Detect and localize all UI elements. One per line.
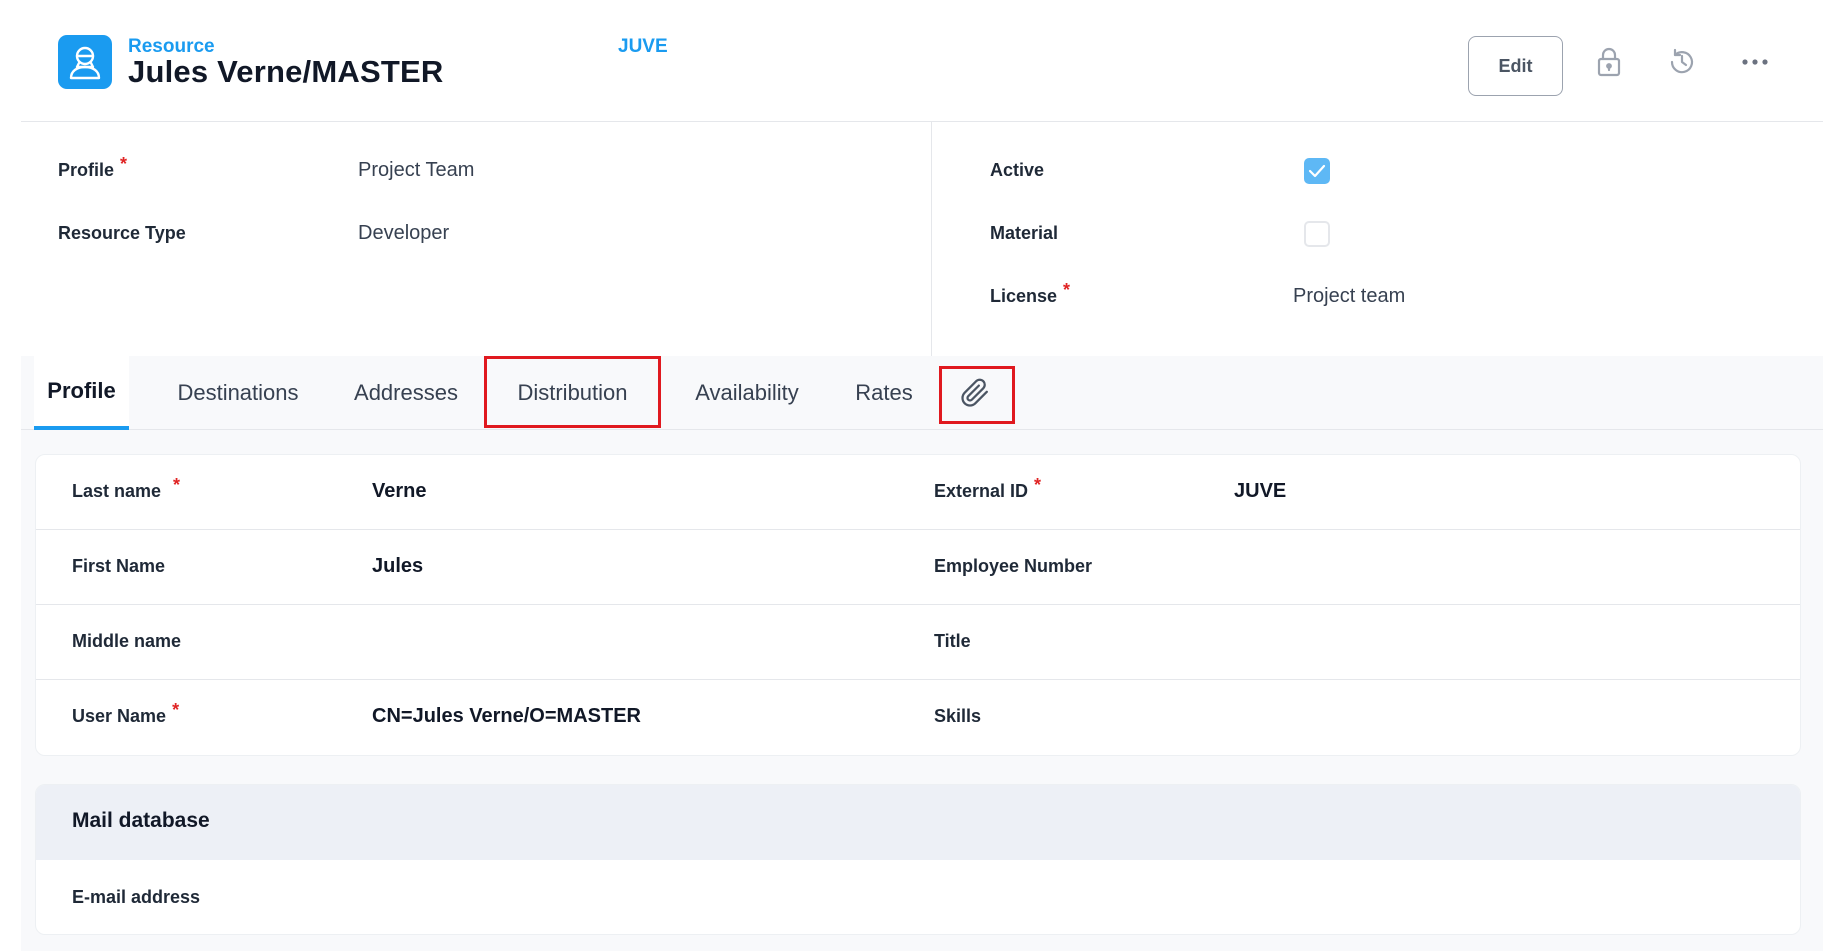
required-marker: * xyxy=(1063,280,1071,300)
profile-label: Profile * xyxy=(58,154,128,180)
summary-panel: Profile * Project Team Resource Type Deve… xyxy=(21,122,1823,356)
tab-bar: Profile Destinations Addresses Distribut… xyxy=(21,356,1823,430)
section-title: Mail database xyxy=(72,809,210,832)
tab-rates[interactable]: Rates xyxy=(839,356,929,430)
field-label: Skills xyxy=(934,706,982,726)
tab-profile[interactable]: Profile xyxy=(34,356,129,430)
active-checkbox[interactable] xyxy=(1304,158,1330,184)
tab-addresses[interactable]: Addresses xyxy=(343,356,469,430)
field-label: User Name * xyxy=(72,700,180,726)
field-label: Middle name xyxy=(72,631,182,651)
mail-database-card: Mail database E-mail address xyxy=(35,784,1801,935)
required-marker: * xyxy=(173,475,181,495)
material-checkbox[interactable] xyxy=(1304,221,1330,247)
page-header: Resource Jules Verne/MASTER JUVE Edit xyxy=(21,0,1823,122)
edit-button[interactable]: Edit xyxy=(1468,36,1563,96)
tab-destinations[interactable]: Destinations xyxy=(163,356,313,430)
resource-avatar xyxy=(58,35,112,89)
material-label: Material xyxy=(990,223,1059,243)
field-value: CN=Jules Verne/O=MASTER xyxy=(372,705,641,727)
tab-attachments[interactable] xyxy=(939,356,1011,430)
field-value: Jules xyxy=(372,555,424,577)
required-marker: * xyxy=(172,700,180,720)
required-marker: * xyxy=(1034,475,1042,495)
lock-icon[interactable] xyxy=(1591,44,1627,80)
person-icon xyxy=(69,46,101,80)
history-icon[interactable] xyxy=(1664,44,1700,80)
field-label: Last name * xyxy=(72,475,181,501)
more-icon[interactable] xyxy=(1737,44,1773,80)
active-label: Active xyxy=(990,160,1045,180)
check-icon xyxy=(1308,164,1326,178)
field-label: Employee Number xyxy=(934,556,1093,576)
field-label: Title xyxy=(934,631,971,651)
table-row: Middle name Title xyxy=(36,605,1800,680)
field-value: Verne xyxy=(372,480,427,502)
email-address-label: E-mail address xyxy=(72,887,201,907)
field-value: JUVE xyxy=(1234,480,1287,502)
paperclip-icon xyxy=(961,378,988,407)
field-label: First Name xyxy=(72,556,166,576)
resource-type-label: Resource Type xyxy=(58,223,186,243)
tab-distribution[interactable]: Distribution xyxy=(484,356,661,430)
tab-availability[interactable]: Availability xyxy=(677,356,817,430)
license-label: License * xyxy=(990,280,1071,306)
summary-divider xyxy=(931,122,932,356)
table-row: First Name Jules Employee Number xyxy=(36,530,1800,605)
field-label: External ID * xyxy=(934,475,1042,501)
table-row: Last name * Verne External ID * JUVE xyxy=(36,455,1800,530)
table-row: User Name * CN=Jules Verne/O=MASTER Skill… xyxy=(36,680,1800,755)
license-value: Project team xyxy=(1293,285,1406,307)
resource-code: JUVE xyxy=(618,36,668,57)
section-header: Mail database xyxy=(36,785,1800,860)
profile-value: Project Team xyxy=(358,159,475,181)
profile-card: Last name * Verne External ID * JUVE First… xyxy=(35,454,1801,756)
tab-content: Last name * Verne External ID * JUVE First… xyxy=(21,430,1823,951)
page-title: Jules Verne/MASTER xyxy=(128,54,444,89)
table-row: E-mail address xyxy=(36,860,1800,934)
required-marker: * xyxy=(120,154,128,174)
resource-type-value: Developer xyxy=(358,222,450,244)
resource-page: Resource Jules Verne/MASTER JUVE Edit Pr… xyxy=(21,0,1823,951)
